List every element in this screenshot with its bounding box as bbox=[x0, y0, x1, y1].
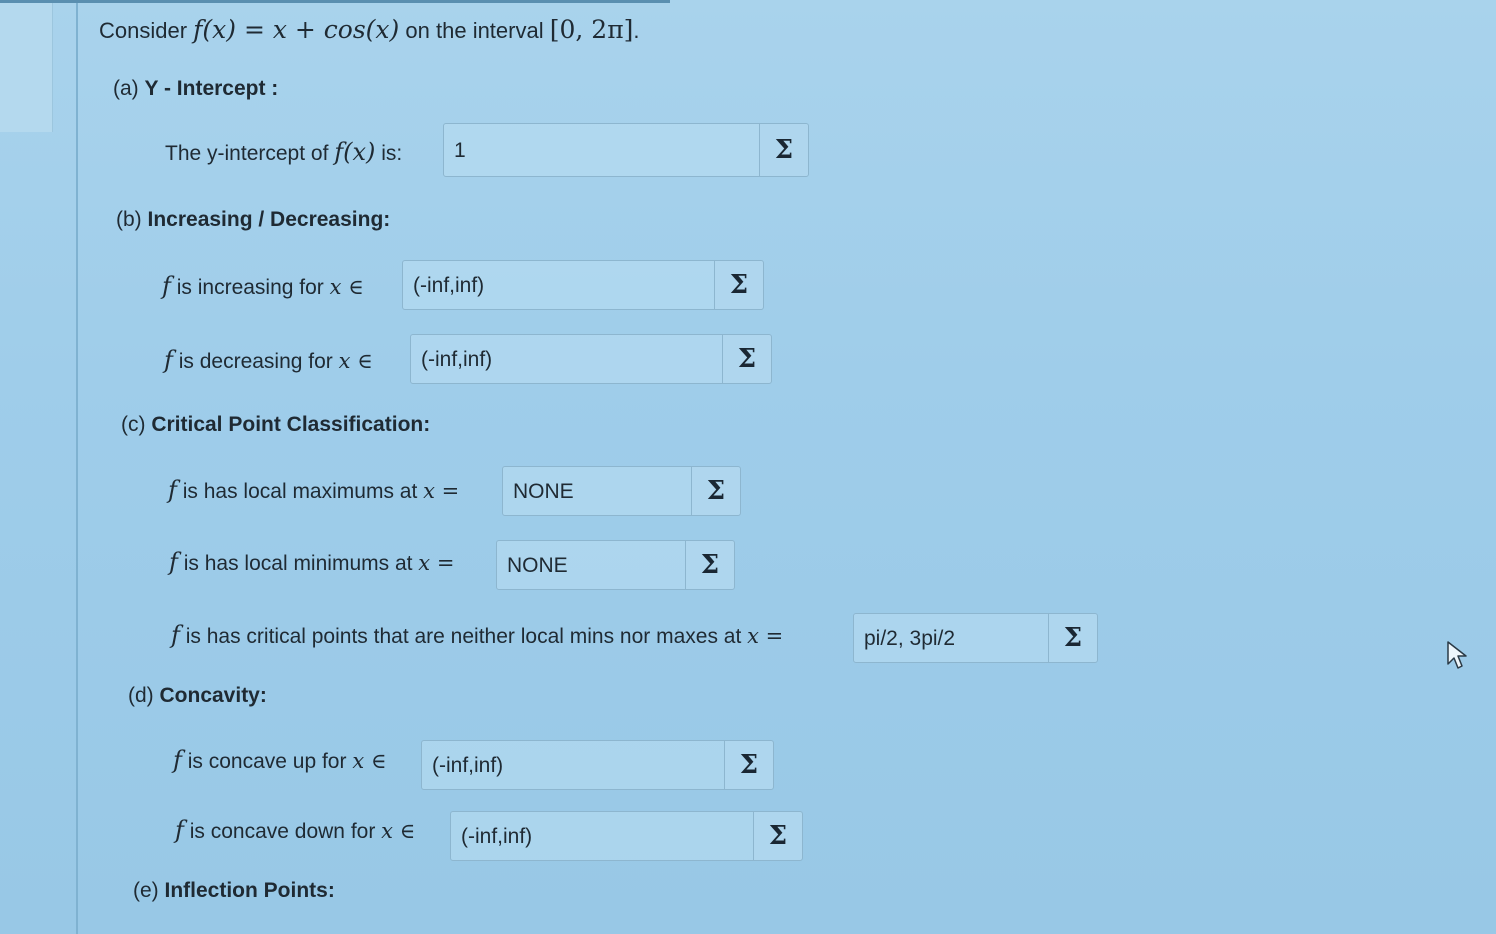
content-divider bbox=[76, 0, 78, 934]
x-in-symbol: x ∈ bbox=[352, 749, 387, 773]
y-intercept-value[interactable]: 1 bbox=[454, 124, 466, 178]
part-d-letter: (d) bbox=[128, 684, 160, 707]
f-symbol: f bbox=[173, 746, 182, 774]
maxima-field[interactable]: NONE Σ bbox=[502, 466, 741, 516]
sigma-icon[interactable]: Σ bbox=[722, 335, 771, 383]
x-equals-symbol: x = bbox=[418, 551, 455, 575]
maxima-question: f is has local maximums at x = bbox=[168, 476, 459, 504]
sigma-icon[interactable]: Σ bbox=[724, 741, 773, 789]
minima-field[interactable]: NONE Σ bbox=[496, 540, 735, 590]
f-symbol: f bbox=[168, 476, 177, 504]
x-equals-symbol: x = bbox=[423, 479, 460, 503]
maxima-text: is has local maximums at bbox=[176, 480, 424, 503]
sigma-icon[interactable]: Σ bbox=[759, 124, 808, 176]
concave-down-text: is concave down for bbox=[183, 820, 382, 843]
x-in-symbol: x ∈ bbox=[381, 819, 416, 843]
part-b-letter: (b) bbox=[116, 208, 148, 231]
left-panel-strip bbox=[0, 0, 53, 132]
decreasing-value[interactable]: (-inf,inf) bbox=[421, 335, 492, 385]
decreasing-field[interactable]: (-inf,inf) Σ bbox=[410, 334, 772, 384]
part-e-heading: (e) Inflection Points: bbox=[133, 879, 335, 903]
y-intercept-suffix: is: bbox=[375, 142, 403, 165]
maxima-value[interactable]: NONE bbox=[513, 467, 574, 517]
decreasing-question: f is decreasing for x ∈ bbox=[164, 346, 373, 374]
sigma-icon[interactable]: Σ bbox=[714, 261, 763, 309]
increasing-value[interactable]: (-inf,inf) bbox=[413, 261, 484, 311]
y-intercept-field[interactable]: 1 Σ bbox=[443, 123, 809, 177]
neither-field[interactable]: pi/2, 3pi/2 Σ bbox=[853, 613, 1098, 663]
part-c-letter: (c) bbox=[121, 413, 152, 436]
minima-text: is has local minimums at bbox=[177, 552, 419, 575]
increasing-question: f is increasing for x ∈ bbox=[162, 272, 364, 300]
sigma-icon[interactable]: Σ bbox=[691, 467, 740, 515]
problem-suffix: . bbox=[633, 18, 640, 43]
y-intercept-math: f(x) bbox=[334, 138, 376, 166]
concave-up-question: f is concave up for x ∈ bbox=[173, 746, 386, 774]
part-b-heading: (b) Increasing / Decreasing: bbox=[116, 208, 390, 232]
top-border bbox=[0, 0, 670, 3]
f-symbol: f bbox=[164, 346, 173, 374]
sigma-icon[interactable]: Σ bbox=[1048, 614, 1097, 662]
f-symbol: f bbox=[162, 272, 171, 300]
x-in-symbol: x ∈ bbox=[329, 275, 364, 299]
f-symbol: f bbox=[171, 621, 180, 649]
concave-up-field[interactable]: (-inf,inf) Σ bbox=[421, 740, 774, 790]
concave-down-value[interactable]: (-inf,inf) bbox=[461, 812, 532, 862]
increasing-field[interactable]: (-inf,inf) Σ bbox=[402, 260, 764, 310]
y-intercept-question: The y-intercept of f(x) is: bbox=[165, 138, 402, 166]
sigma-icon[interactable]: Σ bbox=[753, 812, 802, 860]
neither-text: is has critical points that are neither … bbox=[179, 625, 748, 648]
part-a-letter: (a) bbox=[113, 77, 145, 100]
concave-down-question: f is concave down for x ∈ bbox=[175, 816, 415, 844]
problem-statement: Consider f(x) = x + cos(x) on the interv… bbox=[99, 15, 640, 44]
decreasing-text: is decreasing for bbox=[172, 350, 339, 373]
interval: [0, 2π] bbox=[549, 15, 634, 44]
problem-prefix: Consider bbox=[99, 18, 194, 43]
y-intercept-prefix: The y-intercept of bbox=[165, 142, 335, 165]
x-in-symbol: x ∈ bbox=[338, 349, 373, 373]
part-c-heading: (c) Critical Point Classification: bbox=[121, 413, 430, 437]
part-d-title: Concavity: bbox=[159, 684, 267, 707]
part-e-title: Inflection Points: bbox=[164, 879, 335, 902]
part-a-title: Y - Intercept : bbox=[144, 77, 279, 100]
part-e-letter: (e) bbox=[133, 879, 165, 902]
minima-question: f is has local minimums at x = bbox=[169, 548, 454, 576]
concave-down-field[interactable]: (-inf,inf) Σ bbox=[450, 811, 803, 861]
f-symbol: f bbox=[169, 548, 178, 576]
problem-middle: on the interval bbox=[399, 18, 550, 43]
part-c-title: Critical Point Classification: bbox=[151, 413, 431, 436]
neither-value[interactable]: pi/2, 3pi/2 bbox=[864, 614, 955, 664]
part-a-heading: (a) Y - Intercept : bbox=[113, 77, 278, 101]
minima-value[interactable]: NONE bbox=[507, 541, 568, 591]
mouse-pointer-icon bbox=[1447, 641, 1467, 669]
f-symbol: f bbox=[175, 816, 184, 844]
function-definition: f(x) = x + cos(x) bbox=[193, 15, 400, 44]
x-equals-symbol: x = bbox=[747, 624, 784, 648]
part-b-title: Increasing / Decreasing: bbox=[147, 208, 391, 231]
increasing-text: is increasing for bbox=[170, 276, 330, 299]
concave-up-text: is concave up for bbox=[181, 750, 353, 773]
neither-question: f is has critical points that are neithe… bbox=[171, 621, 783, 649]
part-d-heading: (d) Concavity: bbox=[128, 684, 267, 708]
sigma-icon[interactable]: Σ bbox=[685, 541, 734, 589]
concave-up-value[interactable]: (-inf,inf) bbox=[432, 741, 503, 791]
